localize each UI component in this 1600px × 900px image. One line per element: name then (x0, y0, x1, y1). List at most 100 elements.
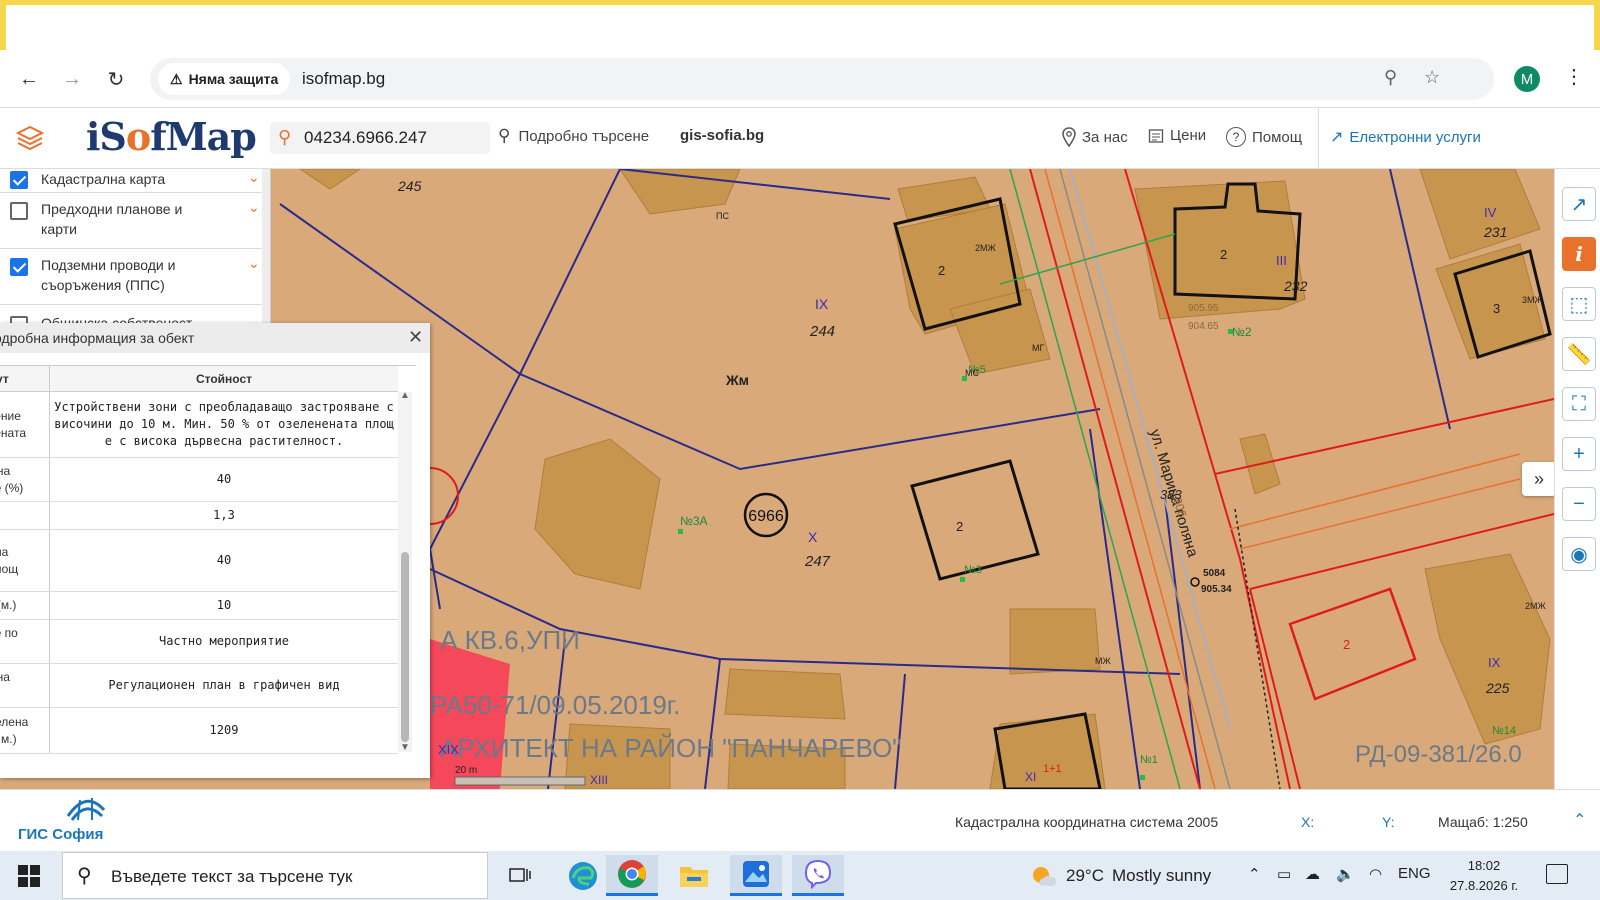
upi-number: XIII (590, 773, 608, 787)
scroll-up-icon[interactable]: ▲ (400, 390, 410, 401)
layer-row-municipal[interactable]: Общинска собственост ⌄ (0, 305, 262, 325)
viber-icon[interactable] (792, 855, 844, 896)
plan-annotation: РД-09-381/26.0 (1355, 741, 1522, 768)
upi-number: IX (1488, 655, 1501, 670)
elevation-label: 904.65 (1188, 321, 1219, 332)
chevron-down-icon[interactable]: ⌄ (248, 199, 260, 216)
security-chip[interactable]: ⚠ Няма защита (158, 63, 291, 95)
about-link[interactable]: За нас (1062, 127, 1128, 147)
fullscreen-icon[interactable]: ⛶ (1562, 387, 1596, 421)
zoom-in-icon[interactable]: + (1562, 437, 1596, 471)
scale-readout[interactable]: Мащаб: 1:250 (1438, 814, 1528, 830)
layer-label: Предходни планове и карти (41, 201, 183, 237)
browser-menu-icon[interactable]: ⋮ (1564, 64, 1584, 89)
search-value[interactable]: 04234.6966.247 (304, 128, 427, 148)
search-field[interactable]: ⚲ 04234.6966.247 (270, 122, 490, 154)
photos-icon[interactable] (730, 855, 782, 896)
prices-link[interactable]: Цени (1148, 127, 1206, 144)
prices-label: Цени (1170, 127, 1207, 144)
profile-avatar[interactable]: M (1514, 66, 1540, 92)
plan-annotation: А КВ.6,УПИ (440, 625, 580, 655)
attribute-cell: не по а (0, 620, 50, 663)
table-scrollbar[interactable]: ▲ ▼ (398, 390, 412, 753)
back-arrow-icon[interactable]: ← (14, 64, 44, 94)
zoom-icon[interactable]: ⚲ (1384, 67, 1397, 88)
zoom-out-icon[interactable]: − (1562, 487, 1596, 521)
scroll-down-icon[interactable]: ▼ (400, 742, 410, 753)
parcel-id: 6966 (748, 508, 784, 525)
volume-icon[interactable]: 🔈 (1336, 865, 1355, 883)
expand-panel-button[interactable]: » (1522, 462, 1556, 496)
layer-row-cadastral[interactable]: Кадастрална карта ⌄ (0, 169, 262, 193)
reload-icon[interactable]: ↻ (101, 64, 131, 94)
layer-row-previous-plans[interactable]: Предходни планове и карти ⌄ (0, 193, 262, 249)
open-external-icon[interactable]: ↗ (1562, 187, 1596, 221)
eservices-link[interactable]: ↗ Електронни услуги (1330, 127, 1481, 147)
gis-sofia-link[interactable]: gis-sofia.bg (680, 127, 764, 144)
chrome-icon[interactable] (606, 855, 658, 896)
value-cell: 10 (216, 598, 232, 612)
chevron-down-icon[interactable]: ⌄ (248, 255, 260, 272)
tray-chevron-icon[interactable]: ⌃ (1248, 865, 1261, 883)
attribute-cell (0, 502, 50, 529)
layer-checkbox[interactable] (10, 202, 28, 220)
url-text[interactable]: isofmap.bg (302, 69, 385, 89)
notification-icon[interactable] (1546, 864, 1568, 884)
layer-row-underground[interactable]: Подземни проводи и съоръжения (ППС) ⌄ (0, 249, 262, 305)
chevron-down-icon[interactable]: ⌄ (248, 169, 260, 186)
table-row: з (м.) 10 (0, 592, 398, 620)
layers-icon[interactable] (14, 122, 46, 154)
map-toolbar: ↗ i ⬚ 📏 ⛶ + − ◉ (1554, 169, 1600, 789)
globe-icon (66, 798, 106, 821)
ruler-icon[interactable]: 📏 (1562, 337, 1596, 371)
panel-scrollbar[interactable] (262, 169, 270, 325)
windows-start-icon[interactable] (18, 865, 40, 887)
gis-sofia-logo[interactable]: ГИС София (18, 796, 108, 846)
plan-annotation: РА50-71/09.05.2019г. (430, 690, 680, 720)
parcel-number: 231 (1483, 224, 1507, 240)
layer-checkbox[interactable] (10, 258, 28, 276)
star-icon[interactable]: ☆ (1424, 67, 1440, 88)
wifi-icon[interactable]: ◠ (1369, 865, 1382, 883)
weather-widget[interactable]: 29°C Mostly sunny (1030, 865, 1211, 887)
forward-arrow-icon[interactable]: → (57, 64, 87, 94)
taskbar-search[interactable]: ⚲ Въведете текст за търсене тук (62, 852, 488, 899)
address-bar[interactable]: ⚠ Няма защита isofmap.bg ⚲ ☆ (150, 58, 1494, 100)
utility-line (1234, 508, 1281, 789)
parcel-number: 383 (1160, 487, 1182, 502)
scrollbar-thumb[interactable] (401, 552, 409, 742)
attribute-cell: з (м.) (0, 592, 50, 619)
cloud-offline-icon[interactable]: ☁ (1305, 865, 1320, 883)
building-type: 2МЖ (1525, 601, 1547, 611)
info-icon[interactable]: i (1562, 237, 1596, 271)
magnifier-plus-icon: ⚲ (498, 126, 511, 145)
eservices-label: Електронни услуги (1349, 128, 1481, 146)
parcel-line (894, 673, 906, 789)
popup-title: одробна информация за обект (0, 323, 430, 353)
building-type: МЖ (1095, 656, 1111, 666)
value-cell: Устройствени зони с преобладаващо застро… (54, 400, 394, 448)
close-icon[interactable]: ✕ (408, 327, 423, 348)
advanced-search-link[interactable]: ⚲ Подробно търсене (498, 126, 649, 146)
parcel-line (519, 169, 621, 375)
edge-icon[interactable] (557, 855, 609, 896)
isofmap-logo[interactable]: iSofMap (86, 114, 257, 159)
layer-label: Подземни проводи и съоръжения (ППС) (41, 257, 176, 293)
language-indicator[interactable]: ENG (1398, 865, 1431, 882)
locate-icon[interactable]: ◉ (1562, 537, 1596, 571)
table-row: лна площ 40 (0, 530, 398, 592)
file-explorer-icon[interactable] (668, 855, 720, 896)
regulation-line (1214, 473, 1291, 789)
system-clock[interactable]: 18:02 27.8.2026 г. (1444, 856, 1524, 896)
table-row: к на те Регулационен план в графичен вид (0, 664, 398, 708)
search-icon: ⚲ (278, 127, 292, 147)
layer-checkbox[interactable] (10, 171, 28, 189)
benchmark-label: 5084 (1203, 568, 1226, 579)
battery-icon[interactable]: ▭ (1277, 865, 1291, 883)
select-area-icon[interactable]: ⬚ (1562, 287, 1596, 321)
chevron-up-icon[interactable]: ⌃ (1573, 810, 1586, 830)
help-link[interactable]: ? Помощ (1226, 127, 1302, 147)
table-row: 1,3 (0, 502, 398, 530)
survey-point (1190, 577, 1200, 587)
task-view-icon[interactable] (494, 855, 546, 896)
